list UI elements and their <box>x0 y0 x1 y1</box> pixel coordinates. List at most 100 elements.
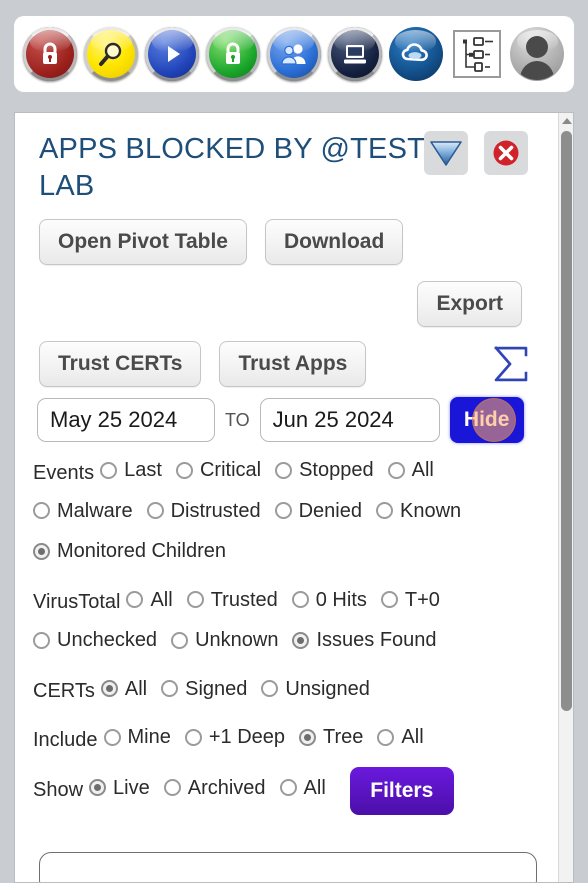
radio-option-show-archived[interactable]: Archived <box>163 769 266 807</box>
radio-indicator[interactable] <box>171 631 189 649</box>
trust-certs-button[interactable]: Trust CERTs <box>39 341 202 388</box>
radio-label: Known <box>400 499 462 522</box>
radio-indicator[interactable] <box>161 680 179 698</box>
radio-option-virustotal-t-0[interactable]: T+0 <box>380 581 440 619</box>
scrollbar-thumb[interactable] <box>561 131 572 711</box>
radio-indicator[interactable] <box>291 591 309 609</box>
radio-indicator[interactable] <box>186 591 204 609</box>
radio-option-show-all[interactable]: All <box>279 769 326 807</box>
open-pivot-table-button[interactable]: Open Pivot Table <box>39 219 247 266</box>
cloud-sync-icon[interactable] <box>388 26 444 82</box>
radio-option-virustotal-unchecked[interactable]: Unchecked <box>33 621 157 659</box>
green-lock-icon[interactable] <box>205 26 261 82</box>
group-label-certs: CERTs <box>33 680 95 703</box>
radio-option-events-last[interactable]: Last <box>100 451 162 489</box>
radio-option-events-known[interactable]: Known <box>376 492 461 530</box>
radio-option-events-malware[interactable]: Malware <box>33 492 133 530</box>
date-from-input[interactable]: May 25 2024 <box>37 398 215 443</box>
trust-actions-row: Trust CERTs Trust Apps <box>39 341 546 388</box>
main-panel: APPS BLOCKED BY @TEST LAB Open Pivot Tab… <box>14 112 574 883</box>
radio-option-certs-signed[interactable]: Signed <box>161 670 247 708</box>
radio-label: Critical <box>199 459 262 482</box>
radio-indicator[interactable] <box>387 461 405 479</box>
computer-icon[interactable] <box>327 26 383 82</box>
radio-indicator[interactable] <box>33 631 50 649</box>
radio-option-events-denied[interactable]: Denied <box>274 492 362 530</box>
radio-option-virustotal-trusted[interactable]: Trusted <box>186 581 278 619</box>
radio-option-events-critical[interactable]: Critical <box>175 451 262 489</box>
radio-indicator[interactable] <box>175 461 193 479</box>
radio-indicator[interactable] <box>261 680 279 698</box>
radio-indicator[interactable] <box>377 728 395 746</box>
panel-content: APPS BLOCKED BY @TEST LAB Open Pivot Tab… <box>15 113 560 882</box>
radio-indicator[interactable] <box>146 502 164 520</box>
radio-label: All <box>411 459 434 482</box>
radio-option-virustotal-unknown[interactable]: Unknown <box>171 621 278 659</box>
green-lock-glyph <box>226 42 241 64</box>
radio-option-include-mine[interactable]: Mine <box>103 718 171 756</box>
radio-option-events-stopped[interactable]: Stopped <box>275 451 374 489</box>
users-icon[interactable] <box>266 26 322 82</box>
red-lock-icon[interactable] <box>22 26 78 82</box>
flowchart-icon[interactable] <box>449 26 505 82</box>
radio-option-virustotal-issues-found[interactable]: Issues Found <box>292 621 437 659</box>
radio-option-events-all[interactable]: All <box>387 451 434 489</box>
date-to-input[interactable]: Jun 25 2024 <box>259 398 440 443</box>
radio-indicator[interactable] <box>376 502 393 520</box>
avatar-icon[interactable] <box>509 26 565 82</box>
play-icon[interactable] <box>144 26 200 82</box>
radio-option-show-live[interactable]: Live <box>89 769 150 807</box>
group-label-show: Show <box>33 779 84 801</box>
search-icon[interactable] <box>83 26 139 82</box>
radio-indicator[interactable] <box>163 779 181 796</box>
radio-indicator[interactable] <box>126 591 144 609</box>
radio-label: Mine <box>127 726 171 749</box>
radio-label: Distrusted <box>170 499 261 522</box>
radio-option-certs-unsigned[interactable]: Unsigned <box>261 670 370 708</box>
radio-option-certs-all[interactable]: All <box>100 670 147 708</box>
download-button[interactable]: Download <box>264 219 404 266</box>
radio-label: Live <box>113 776 150 799</box>
radio-label: All <box>303 776 326 799</box>
radio-indicator[interactable] <box>103 728 121 746</box>
group-label-virustotal: VirusTotal <box>33 591 121 614</box>
filter-triangle-icon[interactable] <box>424 131 468 175</box>
radio-label: Denied <box>298 499 362 522</box>
radio-group-virustotal: VirusTotal All Trusted 0 Hits T+0 Unchecked Un… <box>33 581 546 662</box>
radio-indicator[interactable] <box>275 461 293 479</box>
radio-option-include-all[interactable]: All <box>377 718 424 756</box>
radio-label: Signed <box>185 677 248 700</box>
trust-apps-button[interactable]: Trust Apps <box>219 341 367 388</box>
radio-group-show: Show Live Archived All Filters <box>33 766 546 815</box>
radio-indicator[interactable] <box>292 631 310 649</box>
radio-label: Malware <box>57 499 133 522</box>
close-icon[interactable] <box>484 131 528 175</box>
radio-option-virustotal-0-hits[interactable]: 0 Hits <box>291 581 367 619</box>
radio-option-include-tree[interactable]: Tree <box>299 718 363 756</box>
radio-indicator[interactable] <box>33 502 50 520</box>
filters-button[interactable]: Filters <box>349 766 454 815</box>
radio-indicator[interactable] <box>279 779 297 796</box>
radio-label: Stopped <box>299 459 374 482</box>
flowchart-glyph <box>462 37 493 72</box>
radio-indicator[interactable] <box>100 461 118 479</box>
radio-label: T+0 <box>404 588 440 611</box>
radio-option-include-1-deep[interactable]: +1 Deep <box>184 718 285 756</box>
export-button[interactable]: Export <box>417 281 522 328</box>
radio-indicator[interactable] <box>380 591 398 609</box>
radio-option-events-monitored-children[interactable]: Monitored Children <box>33 532 226 570</box>
radio-label: Trusted <box>210 588 278 611</box>
scroll-up-arrow-icon[interactable] <box>559 113 573 129</box>
sigma-icon[interactable] <box>490 344 532 384</box>
radio-indicator[interactable] <box>100 680 118 698</box>
hide-button[interactable]: Hide <box>449 397 524 444</box>
radio-option-events-distrusted[interactable]: Distrusted <box>146 492 261 530</box>
radio-indicator[interactable] <box>89 779 107 796</box>
radio-indicator[interactable] <box>184 728 202 746</box>
vertical-scrollbar[interactable] <box>558 113 573 882</box>
radio-indicator[interactable] <box>299 728 317 746</box>
radio-indicator[interactable] <box>274 502 292 520</box>
radio-indicator[interactable] <box>33 542 50 560</box>
close-glyph <box>493 140 519 166</box>
radio-option-virustotal-all[interactable]: All <box>126 581 173 619</box>
